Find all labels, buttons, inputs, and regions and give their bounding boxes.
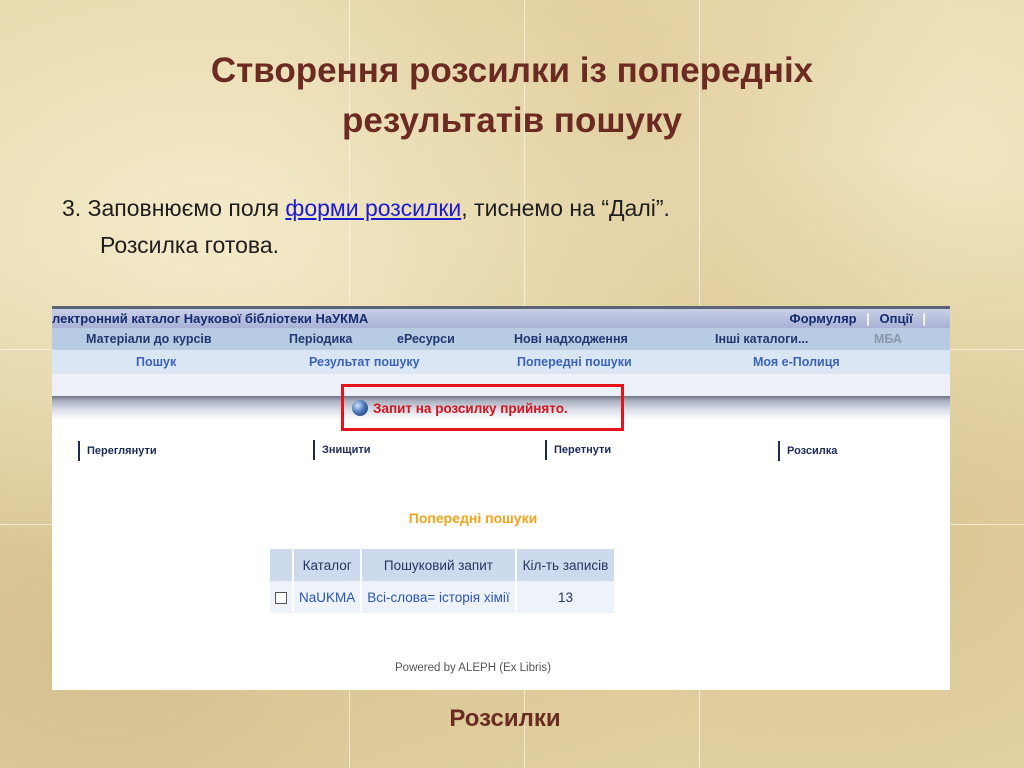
tab-search[interactable]: Пошук <box>136 355 176 369</box>
top-link-separator: | <box>922 311 926 326</box>
slide-title-line1: Створення розсилки із попередніх <box>210 51 814 90</box>
row-checkbox[interactable] <box>275 591 287 604</box>
powered-by: Powered by ALEPH (Ex Libris) <box>395 662 551 674</box>
globe-icon <box>352 400 368 416</box>
delete-button[interactable]: Знищити <box>313 440 371 460</box>
instruction-prefix: 3. Заповнюємо поля <box>62 195 286 221</box>
secondary-nav: Пошук Результат пошуку Попередні пошуки … <box>52 350 950 375</box>
nav-other-catalogs[interactable]: Інші каталоги... <box>715 332 808 346</box>
nav-course-materials[interactable]: Матеріали до курсів <box>86 332 212 346</box>
slide-title: Створення розсилки із попередніх результ… <box>0 46 1024 146</box>
table-row: NaUKMA Всі-слова= історія хімії 13 <box>270 581 615 613</box>
nav-periodicals[interactable]: Періодика <box>289 332 352 346</box>
previous-searches-table: Каталог Пошуковий запит Кіл-ть записів N… <box>268 549 616 613</box>
primary-nav: Матеріали до курсів Періодика еРесурси Н… <box>52 328 950 350</box>
cell-count: 13 <box>516 581 615 613</box>
top-link-separator: | <box>866 311 870 326</box>
nav-eresources[interactable]: еРесурси <box>397 332 455 346</box>
tab-previous-searches[interactable]: Попередні пошуки <box>517 355 632 369</box>
cell-catalog[interactable]: NaUKMA <box>294 581 361 613</box>
mailing-button[interactable]: Розсилка <box>778 441 837 461</box>
catalog-header-bar: лектронний каталог Наукової бібліотеки Н… <box>52 306 950 328</box>
top-link-account[interactable]: Формуляр <box>790 311 857 326</box>
slide-title-line2: результатів пошуку <box>342 101 682 140</box>
instruction-line2: Розсилка готова. <box>100 232 280 258</box>
checkbox-column-header <box>270 549 292 581</box>
top-link-options[interactable]: Опції <box>880 311 913 326</box>
nav-mba[interactable]: МБА <box>874 332 902 346</box>
catalog-title: лектронний каталог Наукової бібліотеки Н… <box>52 311 369 326</box>
catalog-screenshot: лектронний каталог Наукової бібліотеки Н… <box>52 306 950 690</box>
instruction-text: 3. Заповнюємо поля форми розсилки, тисне… <box>62 190 962 264</box>
instruction-suffix: , тиснемо на “Далі”. <box>461 195 670 221</box>
column-header-count: Кіл-ть записів <box>516 549 615 581</box>
previous-searches-title: Попередні пошуки <box>408 510 538 526</box>
slide-footer: Розсилки <box>449 705 561 732</box>
top-links: Формуляр | Опції | <box>790 311 933 326</box>
column-header-catalog: Каталог <box>294 549 361 581</box>
intersect-button[interactable]: Перетнути <box>545 440 611 460</box>
mailing-form-link[interactable]: форми розсилки <box>285 195 461 221</box>
column-header-query: Пошуковий запит <box>362 549 515 581</box>
accept-message: Запит на розсилку прийнято. <box>373 401 568 416</box>
nav-new-arrivals[interactable]: Нові надходження <box>514 332 628 346</box>
tab-my-eshelf[interactable]: Моя е-Полиця <box>753 355 840 369</box>
row-select-cell <box>270 581 292 613</box>
cell-query[interactable]: Всі-слова= історія хімії <box>362 581 515 613</box>
table-header-row: Каталог Пошуковий запит Кіл-ть записів <box>270 549 615 581</box>
tab-search-results[interactable]: Результат пошуку <box>309 355 420 369</box>
view-button[interactable]: Переглянути <box>78 441 157 461</box>
